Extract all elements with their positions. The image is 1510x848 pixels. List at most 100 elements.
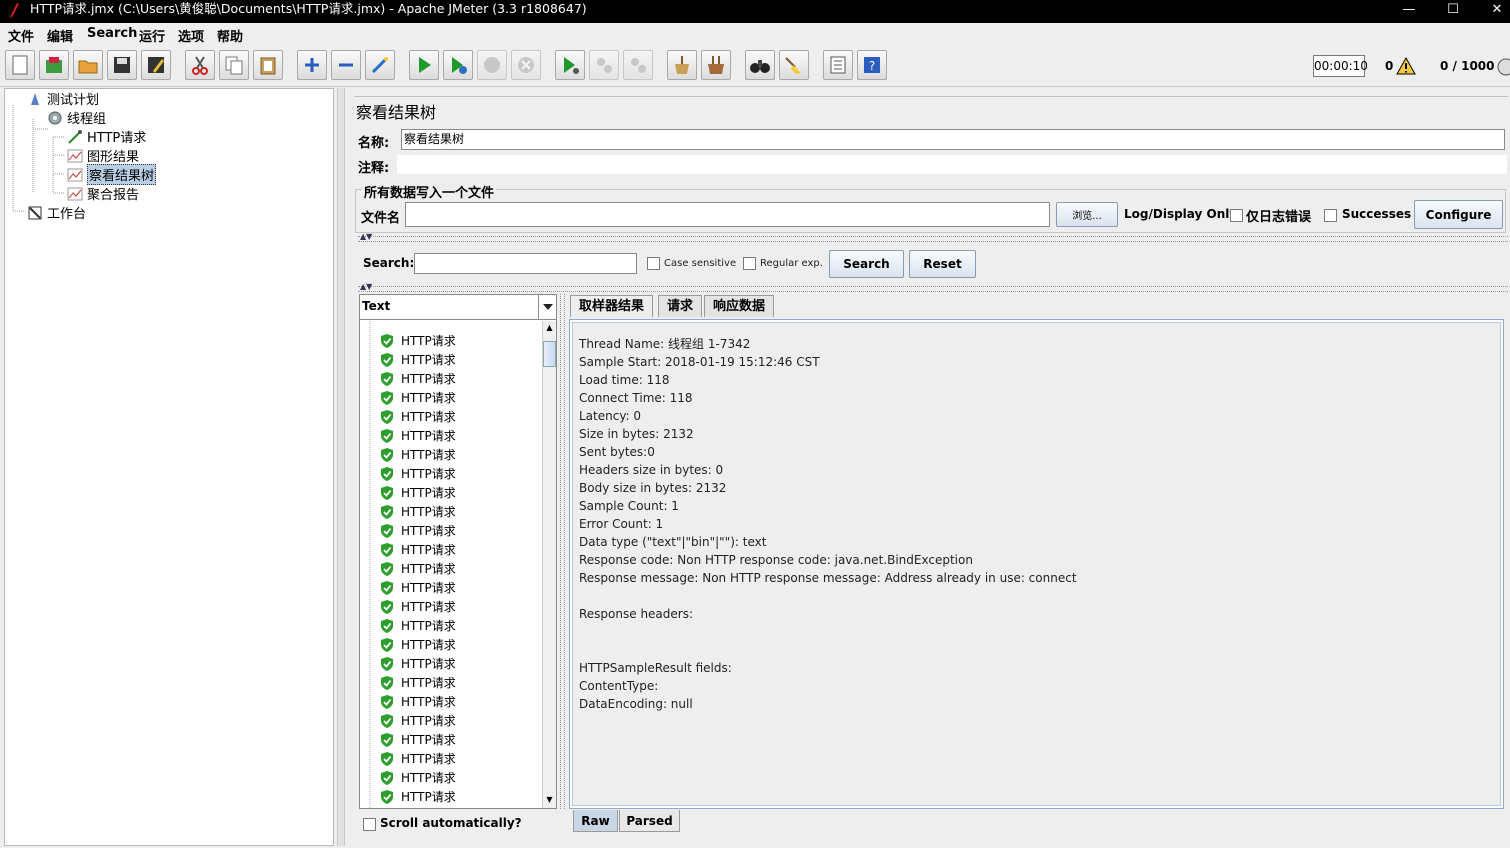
remote-shutdown-button[interactable] [623,50,653,80]
result-item[interactable]: HTTP请求 [380,445,456,464]
result-item[interactable]: HTTP请求 [380,331,456,350]
toggle-button[interactable] [365,50,395,80]
results-scrollbar[interactable]: ▲ ▼ [542,321,556,808]
result-item[interactable]: HTTP请求 [380,521,456,540]
shutdown-button[interactable] [511,50,541,80]
start-button[interactable] [409,50,439,80]
maximize-button[interactable]: ☐ [1430,0,1476,23]
split-divider-1[interactable] [358,236,1508,242]
tab-request[interactable]: 请求 [658,295,703,317]
close-button[interactable]: ✕ [1474,0,1510,23]
tree-aggregate-report[interactable]: 聚合报告 [67,185,139,203]
regular-exp-checkbox[interactable] [743,257,756,270]
help-button[interactable]: ? [857,50,887,80]
paste-button[interactable] [253,50,283,80]
result-item[interactable]: HTTP请求 [380,711,456,730]
successes-checkbox[interactable] [1324,209,1337,222]
expand-button[interactable] [297,50,327,80]
result-item[interactable]: HTTP请求 [380,597,456,616]
reset-search-button[interactable] [779,50,809,80]
result-item[interactable]: HTTP请求 [380,616,456,635]
results-list[interactable]: Text HTTP请求 HTTP请求 HTTP请求 HTTP请求 HTTP请求 HTTP请… [359,294,557,809]
success-shield-icon [381,523,393,538]
menu-edit[interactable]: 编辑 [47,26,73,45]
result-item[interactable]: HTTP请求 [380,692,456,711]
function-helper-button[interactable] [823,50,853,80]
result-item[interactable]: HTTP请求 [380,540,456,559]
menu-file[interactable]: 文件 [8,26,34,45]
comment-field[interactable] [397,155,1507,174]
result-item[interactable]: HTTP请求 [380,388,456,407]
clear-button[interactable] [667,50,697,80]
new-button[interactable] [5,50,35,80]
tree-test-plan[interactable]: 测试计划 [27,90,99,108]
minimize-button[interactable]: — [1386,0,1432,23]
errors-only-checkbox[interactable] [1230,209,1243,222]
result-item[interactable]: HTTP请求 [380,787,456,806]
results-tree[interactable]: HTTP请求 HTTP请求 HTTP请求 HTTP请求 HTTP请求 HTTP请求 HTTP… [360,321,540,808]
collapse-button[interactable] [331,50,361,80]
tree-view-results-tree[interactable]: 察看结果树 [67,164,157,185]
menu-search[interactable]: Search [87,26,137,41]
result-item[interactable]: HTTP请求 [380,369,456,388]
result-item[interactable]: HTTP请求 [380,407,456,426]
scroll-automatically-checkbox[interactable] [363,818,376,831]
result-item[interactable]: HTTP请求 [380,749,456,768]
open-button[interactable] [73,50,103,80]
result-item[interactable]: HTTP请求 [380,559,456,578]
remote-start-button[interactable] [555,50,585,80]
result-item[interactable]: HTTP请求 [380,426,456,445]
menu-run[interactable]: 运行 [139,26,165,45]
reset-button[interactable]: Reset [909,250,976,278]
renderer-select[interactable]: Text [360,295,556,320]
result-item[interactable]: HTTP请求 [380,635,456,654]
sampler-result-details[interactable]: Thread Name: 线程组 1-7342 Sample Start: 201… [569,319,1504,809]
case-sensitive-checkbox[interactable] [647,257,660,270]
search-button[interactable]: Search [829,250,904,278]
save-as-button[interactable] [141,50,171,80]
collapse-arrows-icon-2[interactable]: ▲▼ [360,282,372,291]
result-item[interactable]: HTTP请求 [380,464,456,483]
cut-button[interactable] [185,50,215,80]
result-item[interactable]: HTTP请求 [380,350,456,369]
templates-button[interactable] [39,50,69,80]
tab-response-data[interactable]: 响应数据 [704,295,775,317]
result-item[interactable]: HTTP请求 [380,502,456,521]
pane-splitter[interactable] [337,88,345,846]
result-item[interactable]: HTTP请求 [380,578,456,597]
search-input[interactable] [414,253,637,274]
filename-field[interactable] [405,202,1050,227]
browse-button[interactable]: 浏览... [1056,202,1118,227]
stop-button[interactable] [477,50,507,80]
menu-options[interactable]: 选项 [178,26,204,45]
menu-help[interactable]: 帮助 [217,26,243,45]
tree-http-request[interactable]: HTTP请求 [67,128,146,146]
result-item[interactable]: HTTP请求 [380,483,456,502]
result-item[interactable]: HTTP请求 [380,730,456,749]
split-divider-2[interactable] [358,286,1508,292]
tab-sampler-result[interactable]: 取样器结果 [570,295,654,317]
clear-all-button[interactable] [701,50,731,80]
test-plan-tree[interactable]: 测试计划 线程组 HTTP请求 图形结果 察看结果树 聚合报告 工作台 [4,88,334,846]
result-item[interactable]: HTTP请求 [380,654,456,673]
result-item[interactable]: HTTP请求 [380,768,456,787]
name-field[interactable]: 察看结果树 [401,129,1505,150]
tab-raw[interactable]: Raw [573,810,618,832]
chevron-down-icon[interactable] [538,295,556,319]
tree-workbench[interactable]: 工作台 [27,204,86,222]
configure-button[interactable]: Configure [1414,200,1503,229]
scrollbar-thumb[interactable] [543,341,556,367]
copy-button[interactable] [219,50,249,80]
remote-stop-button[interactable] [589,50,619,80]
result-item[interactable]: HTTP请求 [380,673,456,692]
start-no-pauses-button[interactable] [443,50,473,80]
collapse-arrows-icon[interactable]: ▲▼ [360,232,372,241]
vertical-split-divider[interactable] [560,294,565,809]
tree-graph-results[interactable]: 图形结果 [67,147,139,165]
scroll-up-arrow-icon[interactable]: ▲ [543,321,556,335]
scroll-down-arrow-icon[interactable]: ▼ [543,793,556,807]
save-button[interactable] [107,50,137,80]
tab-parsed[interactable]: Parsed [619,810,680,832]
tree-thread-group[interactable]: 线程组 [47,109,106,127]
search-button-toolbar[interactable] [745,50,775,80]
